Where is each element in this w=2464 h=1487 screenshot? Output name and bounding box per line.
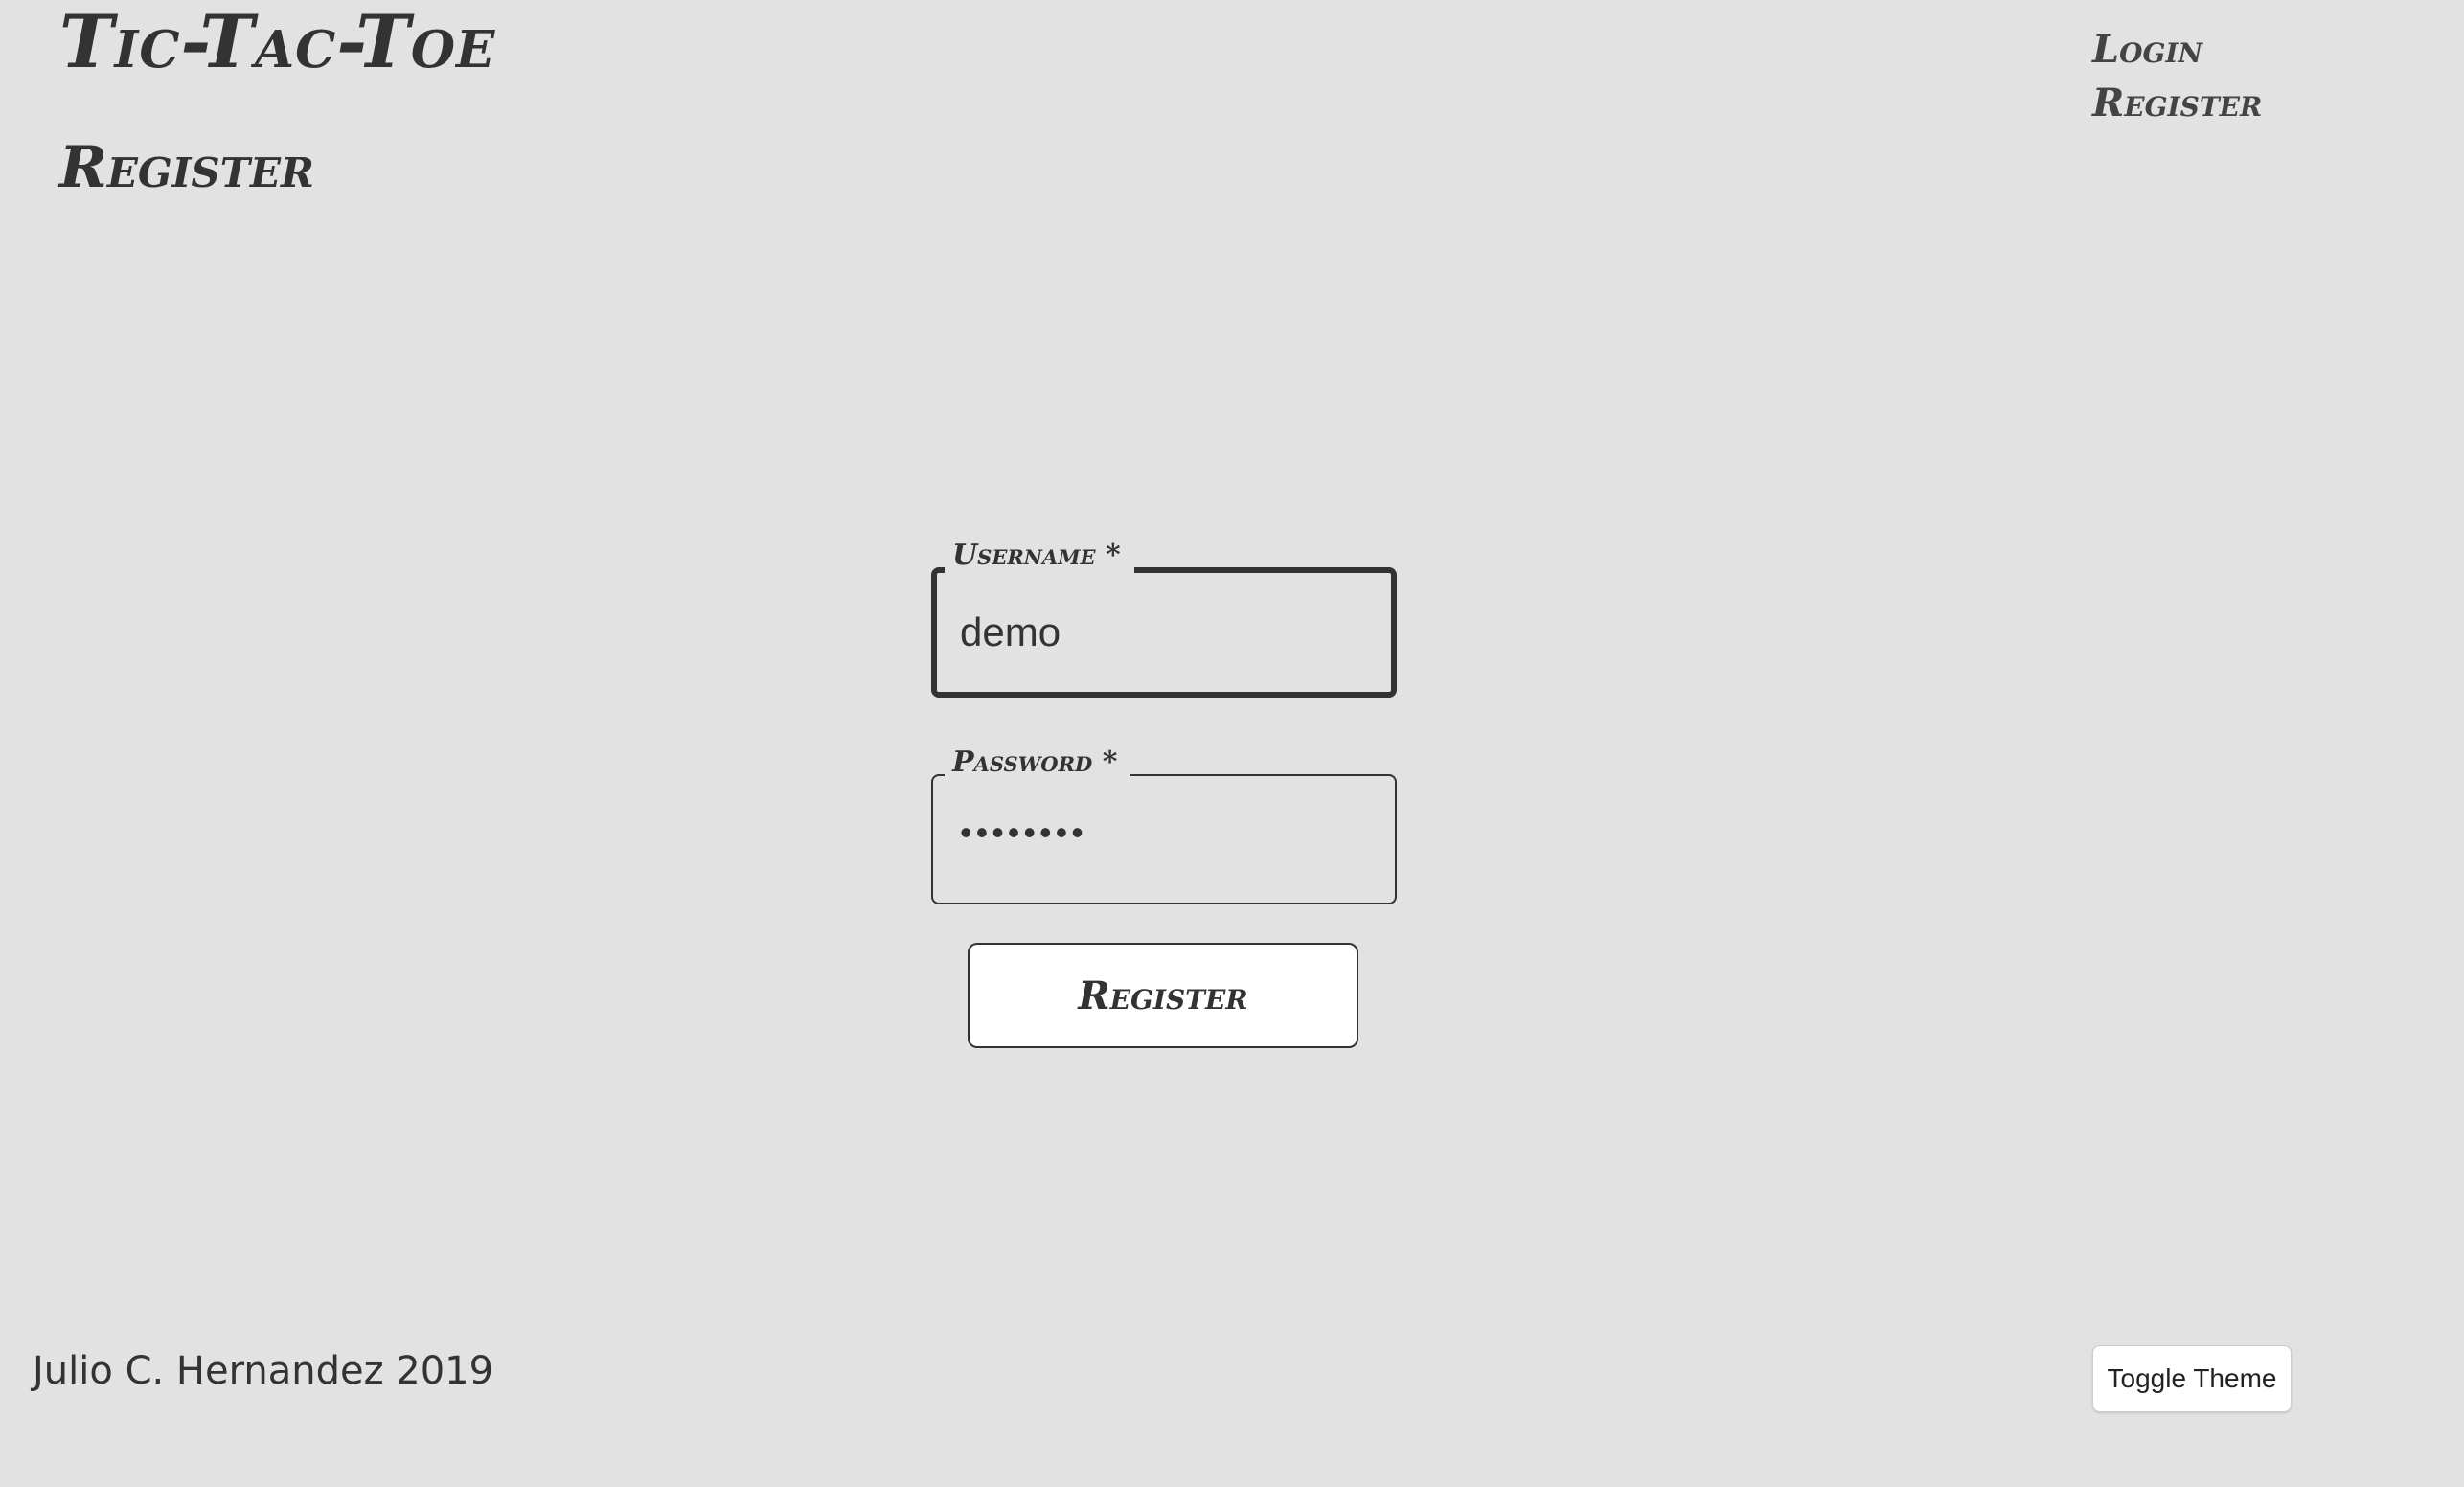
nav-link-register[interactable]: Register [2092,80,2262,126]
toggle-theme-button[interactable]: Toggle Theme [2092,1345,2292,1412]
app-title: Tic-Tac-Toe [59,0,496,84]
register-button[interactable]: Register [968,943,1358,1048]
password-field: Password * [931,744,1397,904]
username-label: Username * [945,537,1134,575]
register-form: Username * Password * Register [931,537,1397,1048]
password-input[interactable] [931,774,1397,904]
password-label: Password * [945,744,1131,782]
nav-link-login[interactable]: Login [2092,27,2262,73]
footer-credit: Julio C. Hernandez 2019 [33,1349,494,1393]
username-input[interactable] [931,567,1397,698]
username-field: Username * [931,537,1397,698]
page-heading: Register [59,134,314,201]
top-nav: Login Register [2092,27,2262,126]
